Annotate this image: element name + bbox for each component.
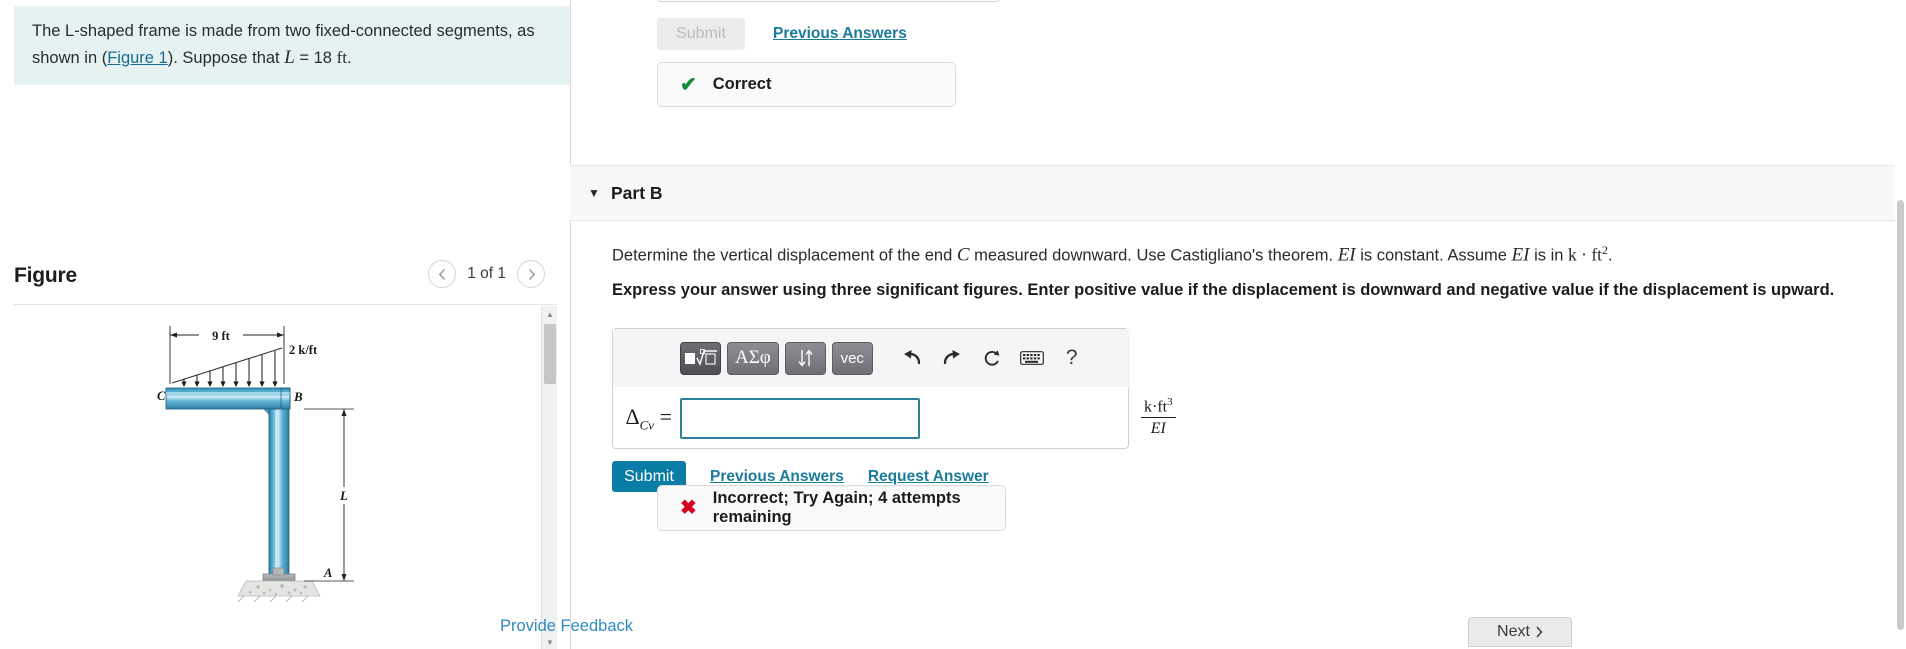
delta-symbol: Δ	[625, 403, 640, 429]
left-panel: The L-shaped frame is made from two fixe…	[0, 0, 571, 649]
part-b-question: Determine the vertical displacement of t…	[612, 243, 1613, 267]
scroll-up-icon[interactable]: ▲	[542, 306, 558, 322]
part-b-feedback-incorrect: ✖ Incorrect; Try Again; 4 attempts remai…	[657, 485, 1006, 531]
check-icon: ✔	[680, 73, 697, 96]
figure-title: Figure	[14, 264, 77, 287]
question-text-3: is constant. Assume	[1355, 246, 1512, 265]
answer-input-row: ΔCv =	[613, 387, 1130, 450]
part-a-submit-button: Submit	[657, 18, 745, 50]
next-button[interactable]: Next	[1468, 617, 1572, 647]
delta-subscript: Cv	[639, 417, 655, 433]
math-vector-button[interactable]: vec	[831, 341, 873, 375]
radical-template-icon	[684, 348, 717, 366]
chevron-right-icon	[528, 268, 535, 280]
figure-scrollbar[interactable]: ▲ ▼	[541, 306, 557, 649]
units-numerator-exponent: 3	[1167, 396, 1173, 408]
scroll-down-icon[interactable]: ▼	[542, 634, 558, 649]
chevron-right-icon	[1536, 626, 1543, 638]
redo-glyph	[943, 350, 960, 365]
point-a-label: A	[323, 566, 332, 580]
page-scrollbar[interactable]	[1895, 0, 1906, 649]
figure-next-button[interactable]	[517, 260, 545, 288]
problem-equals: = 18	[294, 48, 337, 67]
keyboard-glyph	[1019, 351, 1044, 365]
problem-period: .	[346, 48, 352, 67]
figure-frame: 9 ft 2 k/ft C B A L ▲ ▼	[14, 304, 557, 649]
part-a-feedback-correct: ✔ Correct	[657, 62, 956, 107]
question-var-c: C	[956, 244, 970, 266]
lshaped-frame-diagram: 9 ft 2 k/ft C B A L	[157, 326, 354, 603]
sub-superscript-icon	[798, 349, 813, 367]
part-b-header[interactable]: ▼ Part B	[570, 165, 1906, 221]
span-dimension-label: 9 ft	[212, 329, 231, 343]
part-b-feedback-text: Incorrect; Try Again; 4 attempts remaini…	[712, 489, 961, 526]
units-denominator: EI	[1150, 420, 1166, 438]
point-c-label: C	[157, 389, 166, 403]
keyboard-icon[interactable]	[1015, 343, 1049, 373]
cross-icon: ✖	[680, 497, 697, 519]
length-unit: ft	[336, 47, 347, 67]
question-text-5: .	[1608, 246, 1613, 265]
page-scroll-thumb[interactable]	[1897, 200, 1904, 630]
figure-navigation: 1 of 1	[428, 260, 545, 288]
part-b-answer-widget: ΑΣφ vec ? ΔCv =	[612, 328, 1130, 450]
refresh-icon[interactable]	[975, 343, 1009, 373]
part-b-instruction: Express your answer using three signific…	[612, 281, 1835, 299]
units-numerator-text: k·ft	[1144, 398, 1168, 416]
figure-prev-button[interactable]	[428, 260, 457, 288]
length-symbol: L	[284, 46, 295, 68]
question-var-ei-2: EI	[1511, 244, 1530, 266]
part-a-feedback-text: Correct	[712, 75, 772, 93]
caret-down-icon[interactable]: ▼	[584, 186, 604, 200]
units-numerator: k·ft3	[1141, 396, 1176, 419]
part-b-previous-answers-link[interactable]: Previous Answers	[710, 468, 844, 486]
problem-text-part2: ). Suppose that	[167, 48, 285, 67]
question-text-4: is in	[1529, 246, 1568, 265]
part-b-label: Part B	[611, 182, 663, 203]
figure-scroll-thumb[interactable]	[544, 324, 556, 384]
problem-statement: The L-shaped frame is made from two fixe…	[14, 6, 571, 86]
next-button-label: Next	[1497, 623, 1530, 640]
math-greek-button[interactable]: ΑΣφ	[727, 341, 779, 375]
figure-canvas: 9 ft 2 k/ft C B A L	[14, 306, 541, 649]
figure-counter: 1 of 1	[467, 265, 506, 282]
column-length-label: L	[339, 488, 348, 503]
redo-arrow-icon[interactable]	[935, 343, 969, 373]
figure-1-link[interactable]: Figure 1	[107, 49, 168, 67]
figure-header: Figure 1 of 1	[14, 258, 557, 304]
exercise-page: The L-shaped frame is made from two fixe…	[0, 0, 1906, 649]
question-unit: k · ft	[1568, 244, 1603, 265]
refresh-glyph	[985, 349, 1000, 366]
answer-variable-label: ΔCv =	[613, 404, 680, 433]
answer-input[interactable]	[680, 398, 920, 439]
part-a-previous-answers-link[interactable]: Previous Answers	[773, 25, 907, 43]
undo-glyph	[903, 350, 920, 365]
part-a-action-row: Submit Previous Answers	[657, 18, 907, 50]
part-b-request-answer-link[interactable]: Request Answer	[868, 468, 989, 486]
answer-units: k·ft3 EI	[1141, 396, 1176, 438]
question-var-ei-1: EI	[1337, 244, 1356, 266]
provide-feedback-link[interactable]: Provide Feedback	[500, 617, 633, 636]
right-panel: Submit Previous Answers ✔ Correct ▼ Part…	[500, 0, 1906, 649]
math-script-button[interactable]	[784, 341, 826, 375]
equals-symbol: =	[659, 403, 672, 429]
math-template-button[interactable]	[680, 341, 721, 375]
question-text-2: measured downward. Use Castigliano's the…	[969, 246, 1338, 265]
part-a-answer-box-bottom	[657, 0, 1000, 2]
math-toolbar: ΑΣφ vec ?	[613, 329, 1130, 387]
question-text-1: Determine the vertical displacement of t…	[612, 246, 957, 265]
undo-arrow-icon[interactable]	[895, 343, 929, 373]
point-b-label: B	[293, 389, 303, 404]
load-magnitude-label: 2 k/ft	[289, 343, 318, 357]
chevron-left-icon	[438, 268, 445, 280]
math-help-button[interactable]: ?	[1055, 343, 1089, 373]
